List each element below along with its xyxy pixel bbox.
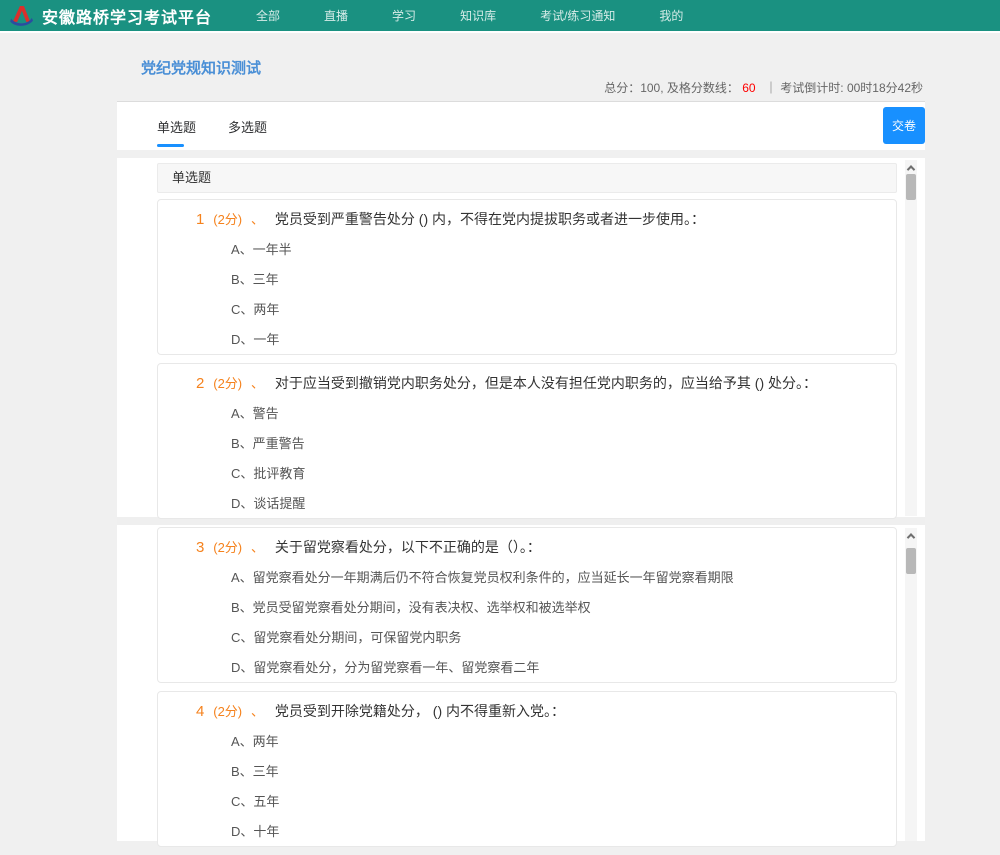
exam-meta: 总分：100, 及格分数线： 60 ｜ 考试倒计时: 00时18分42秒 [604,79,923,96]
question-separator: 、 [251,704,264,719]
option-item[interactable]: B、严重警告 [231,435,876,452]
logo-icon [8,3,35,28]
question-number: 2 [196,375,204,392]
question-panel: 单选题 1 (2分) 、 党员受到严重警告处分 () 内，不得在党内提拔职务或者… [117,158,925,841]
question-card: 3 (2分) 、 关于留党察看处分，以下不正确的是（）。： A、留党察看处分一年… [157,527,897,683]
option-item[interactable]: D、谈话提醒 [231,495,876,512]
options-list: A、留党察看处分一年期满后仍不符合恢复党员权利条件的，应当延长一年留党察看期限 B… [231,569,876,676]
nav-item-6[interactable]: 我的 [659,7,683,24]
question-line: 1 (2分) 、 党员受到严重警告处分 () 内，不得在党内提拔职务或者进一步使… [196,210,876,229]
section-header: 单选题 [157,163,897,193]
question-number: 1 [196,211,204,228]
option-item[interactable]: B、三年 [231,271,876,288]
question-card: 4 (2分) 、 党员受到开除党籍处分， () 内不得重新入党。： A、两年 B、… [157,691,897,847]
question-number: 3 [196,539,204,556]
options-list: A、警告 B、严重警告 C、批评教育 D、谈话提醒 [231,405,876,512]
scroll-up-icon[interactable] [905,162,917,174]
question-line: 3 (2分) 、 关于留党察看处分，以下不正确的是（）。： [196,538,876,557]
nav-item-5[interactable]: 考试/练习通知 [540,7,615,24]
question-list: 单选题 1 (2分) 、 党员受到严重警告处分 () 内，不得在党内提拔职务或者… [157,163,897,855]
app-header: 安徽路桥学习考试平台 全部 直播 学习 知识库 考试/练习通知 我的 [0,0,1000,33]
option-item[interactable]: C、五年 [231,793,876,810]
question-score: (2分) [213,540,242,555]
question-card: 2 (2分) 、 对于应当受到撤销党内职务处分，但是本人没有担任党内职务的，应当… [157,363,897,519]
nav-item-1[interactable]: 全部 [256,7,280,24]
option-item[interactable]: C、批评教育 [231,465,876,482]
exam-header: 党纪党规知识测试 总分：100, 及格分数线： 60 ｜ 考试倒计时: 00时1… [117,35,925,101]
question-text: 关于留党察看处分，以下不正确的是（）。： [275,539,541,555]
question-score: (2分) [213,212,242,227]
scrollbar-track[interactable] [905,160,917,516]
option-item[interactable]: A、两年 [231,733,876,750]
option-item[interactable]: A、警告 [231,405,876,422]
option-item[interactable]: B、三年 [231,763,876,780]
scrollbar-thumb[interactable] [906,174,916,200]
tab-1[interactable]: 单选题 [157,102,196,150]
options-list: A、一年半 B、三年 C、两年 D、一年 [231,241,876,348]
option-item[interactable]: A、留党察看处分一年期满后仍不符合恢复党员权利条件的，应当延长一年留党察看期限 [231,569,876,586]
question-line: 4 (2分) 、 党员受到开除党籍处分， () 内不得重新入党。： [196,702,876,721]
option-item[interactable]: D、十年 [231,823,876,840]
option-item[interactable]: A、一年半 [231,241,876,258]
submit-button[interactable]: 交卷 [883,107,925,144]
question-text: 党员受到严重警告处分 () 内，不得在党内提拔职务或者进一步使用。： [275,211,705,227]
option-item[interactable]: C、两年 [231,301,876,318]
meta-pass-score: 60 [742,81,755,95]
nav-item-3[interactable]: 学习 [392,7,416,24]
scrollbar-track[interactable] [905,528,917,841]
option-item[interactable]: D、一年 [231,331,876,348]
nav-item-2[interactable]: 直播 [324,7,348,24]
question-text: 对于应当受到撤销党内职务处分，但是本人没有担任党内职务的，应当给予其 () 处分… [275,375,817,391]
question-text: 党员受到开除党籍处分， () 内不得重新入党。： [275,703,565,719]
header-nav: 全部 直播 学习 知识库 考试/练习通知 我的 [256,7,683,24]
scrollbar-thumb[interactable] [906,548,916,574]
question-cards: 1 (2分) 、 党员受到严重警告处分 () 内，不得在党内提拔职务或者进一步使… [157,199,897,847]
question-score: (2分) [213,376,242,391]
question-number: 4 [196,703,204,720]
question-card: 1 (2分) 、 党员受到严重警告处分 () 内，不得在党内提拔职务或者进一步使… [157,199,897,355]
option-item[interactable]: B、党员受留党察看处分期间，没有表决权、选举权和被选举权 [231,599,876,616]
page-title: 党纪党规知识测试 [141,57,261,78]
options-list: A、两年 B、三年 C、五年 D、十年 [231,733,876,840]
scroll-up-icon[interactable] [905,530,917,542]
brand[interactable]: 安徽路桥学习考试平台 [8,3,212,28]
question-separator: 、 [251,212,264,227]
question-separator: 、 [251,540,264,555]
nav-item-4[interactable]: 知识库 [460,7,496,24]
tab-2[interactable]: 多选题 [228,102,267,150]
meta-countdown: ｜ 考试倒计时: 00时18分42秒 [765,81,923,95]
question-separator: 、 [251,376,264,391]
meta-total-label: 总分：100, 及格分数线： [604,81,739,95]
question-line: 2 (2分) 、 对于应当受到撤销党内职务处分，但是本人没有担任党内职务的，应当… [196,374,876,393]
brand-title: 安徽路桥学习考试平台 [42,4,212,28]
tabs: 单选题多选题 [157,102,299,150]
tab-bar: 单选题多选题 交卷 [117,102,925,150]
question-score: (2分) [213,704,242,719]
option-item[interactable]: C、留党察看处分期间，可保留党内职务 [231,629,876,646]
option-item[interactable]: D、留党察看处分，分为留党察看一年、留党察看二年 [231,659,876,676]
